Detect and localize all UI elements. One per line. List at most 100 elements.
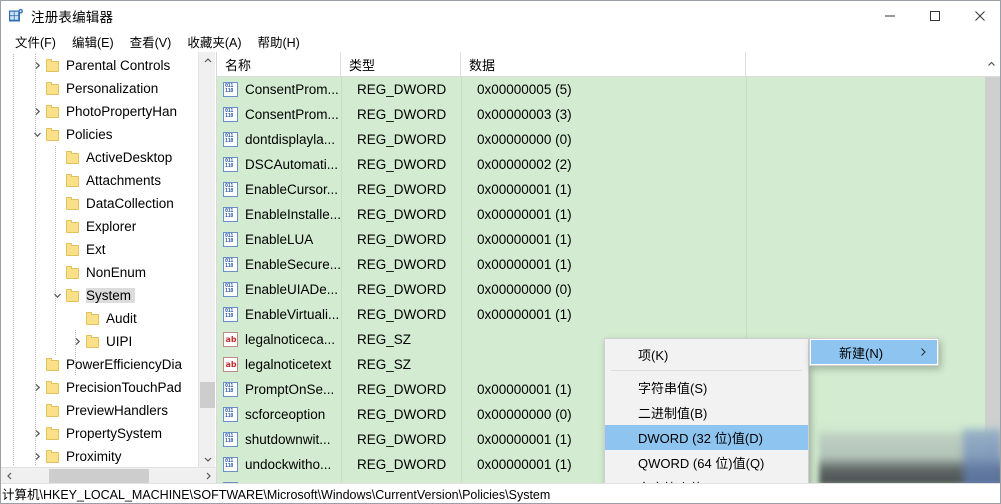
tree-item-label: System: [86, 288, 136, 303]
list-vertical-scrollbar[interactable]: [985, 77, 1000, 484]
folder-icon: [45, 357, 61, 372]
tree-item-label: PrecisionTouchPad: [66, 380, 182, 395]
table-row[interactable]: 011 110 EnableLUA REG_DWORD 0x00000001 (1): [217, 227, 985, 252]
tree-hscroll-thumb[interactable]: [49, 469, 149, 483]
tree-scroll-thumb[interactable]: [200, 382, 215, 408]
tree-vertical-scrollbar[interactable]: [198, 52, 215, 467]
folder-icon: [45, 81, 61, 96]
registry-values-list[interactable]: 011 110 ConsentProm... REG_DWORD 0x00000005 …: [217, 77, 985, 484]
folder-icon: [65, 242, 81, 257]
table-row[interactable]: 011 110 DSCAutomati... REG_DWORD 0x00000002 …: [217, 152, 985, 177]
chevron-right-icon[interactable]: [29, 54, 45, 77]
chevron-right-icon[interactable]: [29, 445, 45, 466]
table-row[interactable]: 011 110 EnableVirtuali... REG_DWORD 0x000000…: [217, 302, 985, 327]
chevron-down-icon[interactable]: [49, 284, 65, 307]
chevron-down-icon[interactable]: [29, 123, 45, 146]
context-menu-new-item-panel: 新建(N): [809, 338, 939, 366]
folder-icon: [45, 449, 61, 464]
tree-item-label: DataCollection: [86, 196, 174, 211]
table-row[interactable]: 011 110 ConsentProm... REG_DWORD 0x00000005 …: [217, 77, 985, 102]
chevron-right-icon[interactable]: [29, 422, 45, 445]
tree-item-nonenum[interactable]: NonEnum: [1, 261, 197, 284]
table-row[interactable]: 011 110 EnableUIADe... REG_DWORD 0x00000000 …: [217, 277, 985, 302]
registry-tree[interactable]: Parental Controls Personalization PhotoPro…: [1, 54, 197, 466]
menu-favorites[interactable]: 收藏夹(A): [179, 30, 249, 53]
value-data: 0x00000003 (3): [477, 107, 572, 122]
tree-item-powerefficiencydia[interactable]: PowerEfficiencyDia: [1, 353, 197, 376]
tree-item-proximity[interactable]: Proximity: [1, 445, 197, 466]
chevron-right-icon: [919, 345, 927, 360]
table-row[interactable]: 011 110 EnableCursor... REG_DWORD 0x00000001…: [217, 177, 985, 202]
table-row[interactable]: 011 110 EnableInstalle... REG_DWORD 0x000000…: [217, 202, 985, 227]
column-header-name[interactable]: 名称: [217, 52, 341, 76]
tree-item-datacollection[interactable]: DataCollection: [1, 192, 197, 215]
dword-icon: 011110: [223, 206, 239, 223]
chevron-right-icon[interactable]: [69, 330, 85, 353]
tree-horizontal-scrollbar[interactable]: [1, 467, 216, 484]
tree-item-personalization[interactable]: Personalization: [1, 77, 197, 100]
tree-scroll-right-button[interactable]: [199, 468, 216, 484]
value-name: legalnoticetext: [245, 357, 332, 372]
table-row[interactable]: 011 110 scforceoption REG_DWORD 0x00000000 (…: [217, 402, 985, 427]
tree-item-precisiontouchpad[interactable]: PrecisionTouchPad: [1, 376, 197, 399]
tree-item-label: ActiveDesktop: [86, 150, 173, 165]
value-data: 0x00000000 (0): [477, 132, 572, 147]
close-button[interactable]: [957, 1, 1000, 30]
table-row[interactable]: 011 110 dontdisplayla... REG_DWORD 0x0000000…: [217, 127, 985, 152]
ctx-dword-value[interactable]: DWORD (32 位)值(D): [605, 425, 808, 450]
table-row[interactable]: 011 110 ConsentProm... REG_DWORD 0x00000003 …: [217, 102, 985, 127]
tree-item-uipi[interactable]: UIPI: [1, 330, 197, 353]
value-data: 0x00000000 (0): [477, 282, 572, 297]
tree-item-propertysystem[interactable]: PropertySystem: [1, 422, 197, 445]
tree-scroll-down-button[interactable]: [199, 450, 216, 467]
minimize-button[interactable]: [867, 1, 912, 30]
table-row[interactable]: 011 110 EnableSecure... REG_DWORD 0x00000001…: [217, 252, 985, 277]
column-header-data[interactable]: 数据: [461, 52, 746, 76]
table-row[interactable]: 011 110 PromptOnSe... REG_DWORD 0x00000001 (…: [217, 377, 985, 402]
ctx-qword-value[interactable]: QWORD (64 位)值(Q): [605, 450, 808, 475]
folder-icon: [45, 58, 61, 73]
tree-item-policies[interactable]: Policies: [1, 123, 197, 146]
tree-item-system[interactable]: System: [1, 284, 197, 307]
value-type: REG_DWORD: [357, 107, 447, 122]
value-type: REG_DWORD: [357, 282, 447, 297]
dword-icon: 011110: [223, 406, 239, 423]
maximize-button[interactable]: [912, 1, 957, 30]
value-type: REG_SZ: [357, 357, 412, 372]
tree-item-label: Parental Controls: [66, 58, 171, 73]
list-scroll-up-icon[interactable]: [984, 57, 998, 71]
value-name: dontdisplayla...: [245, 132, 336, 147]
folder-icon: [85, 311, 101, 326]
tree-item-explorer[interactable]: Explorer: [1, 215, 197, 238]
ctx-binary-value[interactable]: 二进制值(B): [605, 400, 808, 425]
value-type: REG_DWORD: [357, 457, 447, 472]
context-menu-new-label: 新建(N): [839, 345, 884, 361]
tree-scroll-left-button[interactable]: [1, 468, 18, 484]
value-name: undockwitho...: [245, 457, 332, 472]
chevron-right-icon[interactable]: [29, 100, 45, 123]
tree-item-audit[interactable]: Audit: [1, 307, 197, 330]
tree-item-activedesktop[interactable]: ActiveDesktop: [1, 146, 197, 169]
column-header-type[interactable]: 类型: [341, 52, 461, 76]
tree-item-previewhandlers[interactable]: PreviewHandlers: [1, 399, 197, 422]
menu-file[interactable]: 文件(F): [7, 30, 64, 53]
tree-item-photopropertyhan[interactable]: PhotoPropertyHan: [1, 100, 197, 123]
tree-item-parental-controls[interactable]: Parental Controls: [1, 54, 197, 77]
value-name: PromptOnSe...: [245, 382, 335, 397]
value-data: 0x00000005 (5): [477, 82, 572, 97]
tree-scroll-up-button[interactable]: [199, 52, 216, 69]
ctx-string-value[interactable]: 字符串值(S): [605, 375, 808, 400]
context-menu-item-new[interactable]: 新建(N): [811, 340, 937, 364]
menu-edit[interactable]: 编辑(E): [64, 30, 122, 53]
chevron-right-icon[interactable]: [29, 376, 45, 399]
tree-item-ext[interactable]: Ext: [1, 238, 197, 261]
menu-view[interactable]: 查看(V): [122, 30, 180, 53]
ctx-key[interactable]: 项(K): [605, 342, 808, 367]
dword-icon: 011110: [223, 156, 239, 173]
dword-icon: 011110: [223, 106, 239, 123]
string-icon: ab: [223, 356, 239, 373]
menu-help[interactable]: 帮助(H): [249, 30, 307, 53]
tree-item-attachments[interactable]: Attachments: [1, 169, 197, 192]
